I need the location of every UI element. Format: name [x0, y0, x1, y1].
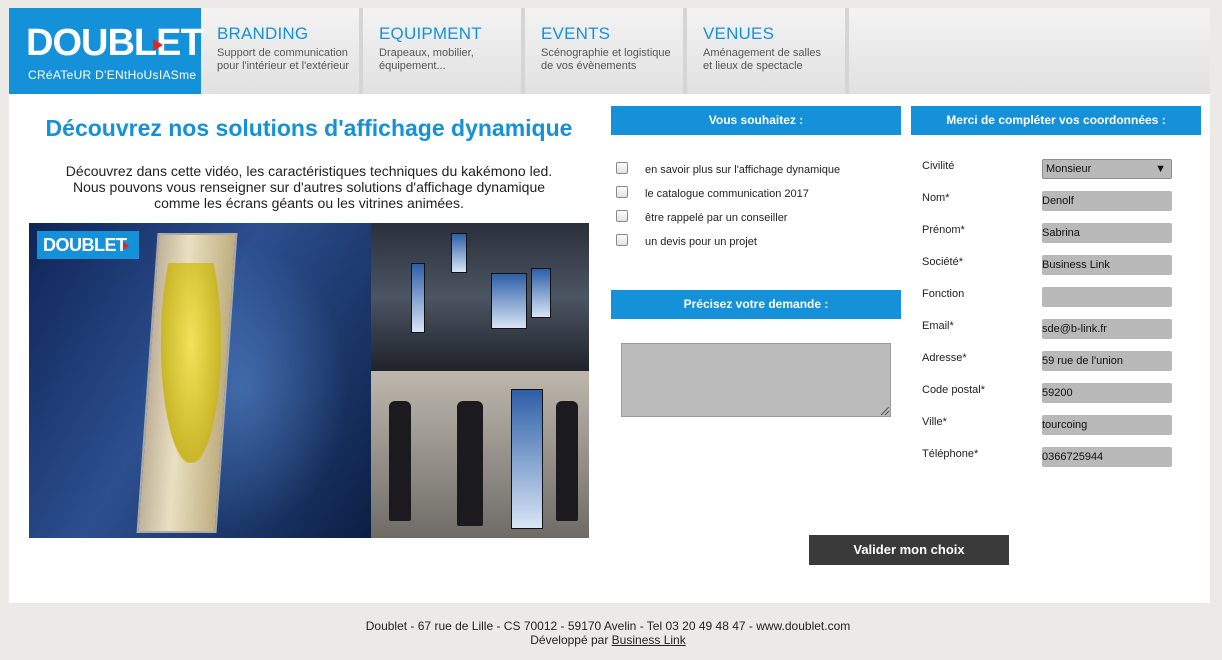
checkbox[interactable] — [616, 162, 628, 174]
mannequin-image — [556, 401, 578, 521]
ville-input[interactable]: tourcoing — [1042, 415, 1172, 435]
field-label-email: Email* — [922, 320, 954, 332]
nav-item-equipment[interactable]: EQUIPMENT Drapeaux, mobilier, équipement… — [363, 8, 525, 94]
site-footer: Doublet - 67 rue de Lille - CS 70012 - 5… — [0, 619, 1216, 647]
nav-item-venues[interactable]: VENUES Aménagement de salles et lieux de… — [687, 8, 849, 94]
intro-text: Découvrez dans cette vidéo, les caractér… — [65, 163, 553, 211]
field-label-civilite: Civilité — [922, 160, 955, 172]
main-content: Découvrez nos solutions d'affichage dyna… — [9, 94, 1210, 603]
field-label-societe: Société* — [922, 256, 963, 268]
display-screen-image — [511, 389, 543, 529]
checkbox[interactable] — [616, 210, 628, 222]
request-textarea[interactable] — [621, 343, 891, 417]
display-screen-image — [531, 268, 551, 318]
option-label: un devis pour un projet — [645, 236, 757, 248]
video-frame-mannequins — [371, 371, 589, 538]
footer-dev-prefix: Développé par — [530, 633, 609, 647]
chevron-down-icon: ▼ — [1155, 163, 1166, 175]
code-postal-input[interactable]: 59200 — [1042, 383, 1172, 403]
nav-title: VENUES — [703, 24, 775, 43]
video-player[interactable]: DOUBLET — [29, 223, 589, 538]
fonction-input[interactable] — [1042, 287, 1172, 307]
nav-item-events[interactable]: EVENTS Scénographie et logistique de vos… — [525, 8, 687, 94]
model-image — [161, 263, 221, 463]
nav-subtitle: Aménagement de salles et lieux de specta… — [703, 47, 822, 72]
field-label-ville: Ville* — [922, 416, 947, 428]
video-frame-left: DOUBLET — [29, 223, 371, 538]
page-title: Découvrez nos solutions d'affichage dyna… — [45, 115, 573, 141]
nav-title: BRANDING — [217, 24, 309, 43]
display-screen-image — [411, 263, 425, 333]
field-label-prenom: Prénom* — [922, 224, 965, 236]
business-link-link[interactable]: Business Link — [612, 633, 686, 647]
option-label: le catalogue communication 2017 — [645, 188, 809, 200]
mannequin-image — [457, 401, 483, 526]
adresse-input[interactable]: 59 rue de l'union — [1042, 351, 1172, 371]
display-screen-image — [451, 233, 467, 273]
nav-title: EQUIPMENT — [379, 24, 482, 43]
logo-triangle-icon — [122, 242, 129, 251]
field-label-fonction: Fonction — [922, 288, 965, 300]
nav-subtitle: Drapeaux, mobilier, équipement... — [379, 47, 474, 72]
societe-input[interactable]: Business Link — [1042, 255, 1172, 275]
wishes-header: Vous souhaitez : — [611, 106, 901, 135]
field-label-nom: Nom* — [922, 192, 950, 204]
footer-credits: Développé par Business Link — [0, 633, 1216, 647]
logo-tagline: CRéATeUR D'ENtHoUsIASme — [28, 68, 197, 82]
submit-button[interactable]: Valider mon choix — [809, 535, 1009, 565]
site-header: DOUBLET CRéATeUR D'ENtHoUsIASme BRANDING… — [9, 8, 1210, 94]
nav-item-branding[interactable]: BRANDING Support de communication pour l… — [201, 8, 363, 94]
doublet-logo[interactable]: DOUBLET CRéATeUR D'ENtHoUsIASme — [9, 8, 204, 94]
nav-subtitle: Scénographie et logistique de vos évènem… — [541, 47, 671, 72]
mannequin-image — [389, 401, 411, 521]
logo-wordmark: DOUBLET — [26, 22, 204, 64]
telephone-input[interactable]: 0366725944 — [1042, 447, 1172, 467]
email-input[interactable]: sde@b-link.fr — [1042, 319, 1172, 339]
field-label-telephone: Téléphone* — [922, 448, 979, 460]
prenom-input[interactable]: Sabrina — [1042, 223, 1172, 243]
option-label: en savoir plus sur l'affichage dynamique — [645, 164, 841, 176]
video-logo-text: DOUBLET — [43, 235, 127, 255]
logo-triangle-icon — [153, 39, 163, 51]
request-header: Précisez votre demande : — [611, 290, 901, 319]
resize-grip-icon[interactable] — [881, 407, 889, 415]
nom-input[interactable]: Denolf — [1042, 191, 1172, 211]
civilite-select[interactable]: Monsieur ▼ — [1042, 159, 1172, 179]
field-label-code-postal: Code postal* — [922, 384, 985, 396]
civilite-value: Monsieur — [1046, 163, 1092, 175]
nav-title: EVENTS — [541, 24, 611, 43]
checkbox[interactable] — [616, 186, 628, 198]
video-frame-store — [371, 223, 589, 371]
checkbox[interactable] — [616, 234, 628, 246]
field-label-adresse: Adresse* — [922, 352, 967, 364]
nav-subtitle: Support de communication pour l'intérieu… — [217, 47, 349, 72]
contact-header: Merci de compléter vos coordonnées : — [911, 106, 1201, 135]
footer-address: Doublet - 67 rue de Lille - CS 70012 - 5… — [365, 619, 851, 633]
display-screen-image — [491, 273, 527, 329]
video-logo: DOUBLET — [37, 231, 139, 259]
option-label: être rappelé par un conseiller — [645, 212, 788, 224]
